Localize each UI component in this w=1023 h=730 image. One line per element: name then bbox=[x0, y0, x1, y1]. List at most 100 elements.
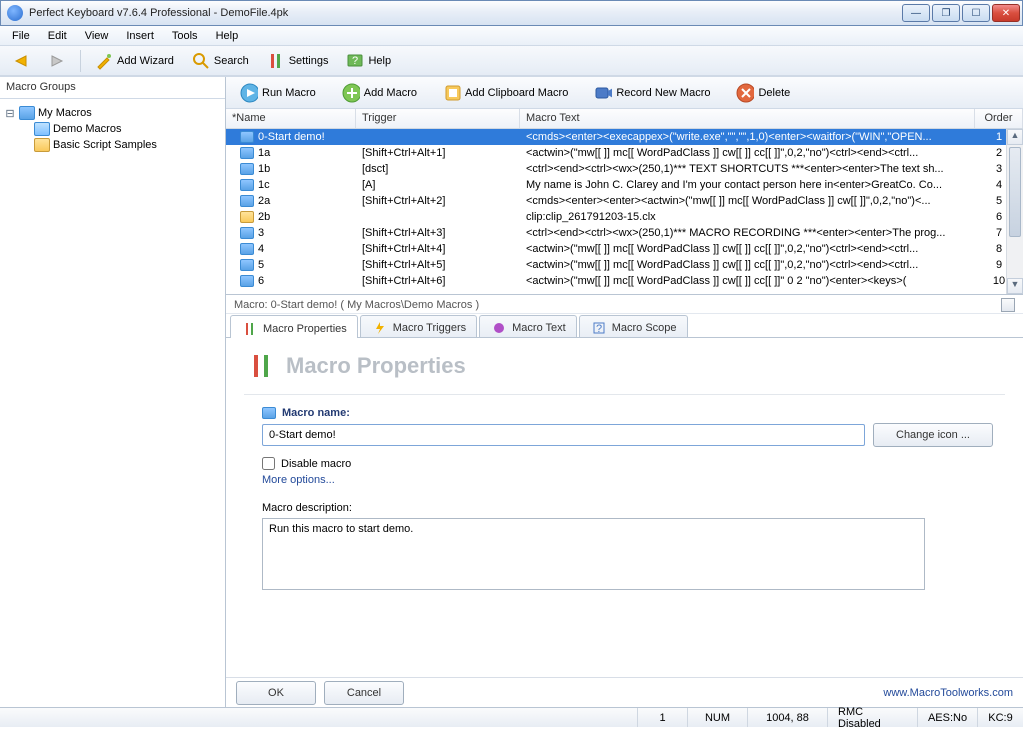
add-wizard-label: Add Wizard bbox=[117, 55, 174, 67]
table-row[interactable]: 5[Shift+Ctrl+Alt+5]<actwin>("mw[[ ]] mc[… bbox=[226, 257, 1023, 273]
row-icon bbox=[240, 195, 254, 207]
run-macro-button[interactable]: Run Macro bbox=[234, 82, 322, 104]
more-options-link[interactable]: More options... bbox=[262, 474, 1005, 486]
delete-button[interactable]: Delete bbox=[730, 82, 796, 104]
menu-view[interactable]: View bbox=[77, 28, 117, 44]
menu-help[interactable]: Help bbox=[208, 28, 247, 44]
row-icon bbox=[240, 211, 254, 223]
macro-table: *Name Trigger Macro Text Order 0-Start d… bbox=[226, 109, 1023, 295]
help-label: Help bbox=[368, 55, 391, 67]
close-button[interactable]: ✕ bbox=[992, 4, 1020, 22]
title-bar: Perfect Keyboard v7.6.4 Professional - D… bbox=[0, 0, 1023, 26]
menu-edit[interactable]: Edit bbox=[40, 28, 75, 44]
col-trigger[interactable]: Trigger bbox=[356, 109, 520, 128]
table-row[interactable]: 1a[Shift+Ctrl+Alt+1]<actwin>("mw[[ ]] mc… bbox=[226, 145, 1023, 161]
description-textarea[interactable]: Run this macro to start demo. bbox=[262, 518, 925, 590]
add-wizard-button[interactable]: Add Wizard bbox=[89, 50, 180, 72]
tree-root-label: My Macros bbox=[38, 107, 92, 119]
tab-label: Macro Properties bbox=[263, 323, 347, 335]
status-index: 1 bbox=[638, 708, 688, 727]
settings-label: Settings bbox=[289, 55, 329, 67]
forward-button[interactable] bbox=[42, 50, 72, 72]
row-text: <cmds><enter><enter><actwin>("mw[[ ]] mc… bbox=[520, 195, 975, 207]
website-link[interactable]: www.MacroToolworks.com bbox=[883, 687, 1013, 699]
table-row[interactable]: 6[Shift+Ctrl+Alt+6]<actwin>("mw[[ ]] mc[… bbox=[226, 273, 1023, 289]
table-row[interactable]: 3[Shift+Ctrl+Alt+3]<ctrl><end><ctrl><wx>… bbox=[226, 225, 1023, 241]
content-pane: Run Macro Add Macro Add Clipboard Macro … bbox=[226, 77, 1023, 707]
disable-macro-input[interactable] bbox=[262, 457, 275, 470]
add-macro-button[interactable]: Add Macro bbox=[336, 82, 423, 104]
main-toolbar: Add Wizard Search Settings ? Help bbox=[0, 46, 1023, 76]
row-text: clip:clip_261791203-15.clx bbox=[520, 211, 975, 223]
collapse-icon[interactable]: ⊟ bbox=[4, 107, 16, 120]
back-button[interactable] bbox=[6, 50, 36, 72]
col-order[interactable]: Order bbox=[975, 109, 1023, 128]
scroll-up-icon[interactable]: ▲ bbox=[1007, 129, 1023, 145]
row-text: <actwin>("mw[[ ]] mc[[ WordPadClass ]] c… bbox=[520, 147, 975, 159]
col-name[interactable]: *Name bbox=[226, 109, 356, 128]
delete-icon bbox=[736, 84, 754, 102]
tab-macro-scope[interactable]: ? Macro Scope bbox=[579, 315, 688, 337]
run-macro-label: Run Macro bbox=[262, 87, 316, 99]
tab-macro-text[interactable]: Macro Text bbox=[479, 315, 577, 337]
description-label: Macro description: bbox=[262, 502, 1005, 514]
tree-item-demo-macros[interactable]: Demo Macros bbox=[34, 121, 221, 137]
tree-item-basic-script[interactable]: Basic Script Samples bbox=[34, 137, 221, 153]
table-row[interactable]: 4[Shift+Ctrl+Alt+4]<actwin>("mw[[ ]] mc[… bbox=[226, 241, 1023, 257]
maximize-button[interactable]: ☐ bbox=[962, 4, 990, 22]
row-name: 6 bbox=[258, 275, 264, 287]
menu-tools[interactable]: Tools bbox=[164, 28, 206, 44]
row-trigger: [Shift+Ctrl+Alt+3] bbox=[356, 227, 520, 239]
group-icon bbox=[19, 106, 35, 120]
menu-file[interactable]: File bbox=[4, 28, 38, 44]
tree-item-label: Basic Script Samples bbox=[53, 139, 157, 151]
status-kc: KC:9 bbox=[978, 708, 1023, 727]
macro-name-input[interactable] bbox=[262, 424, 865, 446]
add-clipboard-macro-button[interactable]: Add Clipboard Macro bbox=[437, 82, 574, 104]
record-icon bbox=[594, 84, 612, 102]
tab-macro-properties[interactable]: Macro Properties bbox=[230, 315, 358, 338]
tree-root[interactable]: ⊟ My Macros bbox=[4, 105, 221, 121]
properties-big-icon bbox=[248, 352, 276, 380]
disable-macro-checkbox[interactable]: Disable macro bbox=[262, 457, 1005, 470]
minimize-button[interactable]: — bbox=[902, 4, 930, 22]
table-row[interactable]: 1c[A]My name is John C. Clarey and I'm y… bbox=[226, 177, 1023, 193]
status-numlock: NUM bbox=[688, 708, 748, 727]
table-row[interactable]: 2a[Shift+Ctrl+Alt+2]<cmds><enter><enter>… bbox=[226, 193, 1023, 209]
row-text: <actwin>("mw[[ ]] mc[[ WordPadClass ]] c… bbox=[520, 259, 975, 271]
restore-panel-icon[interactable] bbox=[1001, 298, 1015, 312]
tree-item-label: Demo Macros bbox=[53, 123, 121, 135]
cancel-button[interactable]: Cancel bbox=[324, 681, 404, 705]
disable-macro-label: Disable macro bbox=[281, 458, 351, 470]
window-title: Perfect Keyboard v7.6.4 Professional - D… bbox=[27, 7, 902, 19]
table-row[interactable]: 1b[dsct]<ctrl><end><ctrl><wx>(250,1)*** … bbox=[226, 161, 1023, 177]
clipboard-icon bbox=[443, 84, 461, 102]
row-icon bbox=[240, 259, 254, 271]
scroll-thumb[interactable] bbox=[1009, 147, 1021, 237]
properties-icon bbox=[241, 320, 259, 338]
restore-button[interactable]: ❐ bbox=[932, 4, 960, 22]
scrollbar[interactable]: ▲ ▼ bbox=[1006, 129, 1023, 294]
row-trigger: [A] bbox=[356, 179, 520, 191]
settings-button[interactable]: Settings bbox=[261, 50, 335, 72]
search-label: Search bbox=[214, 55, 249, 67]
row-name: 1a bbox=[258, 147, 270, 159]
help-button[interactable]: ? Help bbox=[340, 50, 397, 72]
record-macro-button[interactable]: Record New Macro bbox=[588, 82, 716, 104]
ok-button[interactable]: OK bbox=[236, 681, 316, 705]
row-name: 1c bbox=[258, 179, 270, 191]
details-tabs: Macro Properties Macro Triggers Macro Te… bbox=[226, 314, 1023, 338]
table-row[interactable]: 2bclip:clip_261791203-15.clx6 bbox=[226, 209, 1023, 225]
row-trigger: [Shift+Ctrl+Alt+4] bbox=[356, 243, 520, 255]
change-icon-button[interactable]: Change icon ... bbox=[873, 423, 993, 447]
search-button[interactable]: Search bbox=[186, 50, 255, 72]
col-text[interactable]: Macro Text bbox=[520, 109, 975, 128]
tab-macro-triggers[interactable]: Macro Triggers bbox=[360, 315, 477, 337]
menu-insert[interactable]: Insert bbox=[118, 28, 162, 44]
scroll-down-icon[interactable]: ▼ bbox=[1007, 278, 1023, 294]
description-value: Run this macro to start demo. bbox=[269, 523, 413, 535]
plus-icon bbox=[342, 84, 360, 102]
tab-label: Macro Triggers bbox=[393, 322, 466, 334]
settings-icon bbox=[267, 52, 285, 70]
table-row[interactable]: 0-Start demo!<cmds><enter><execappex>("w… bbox=[226, 129, 1023, 145]
